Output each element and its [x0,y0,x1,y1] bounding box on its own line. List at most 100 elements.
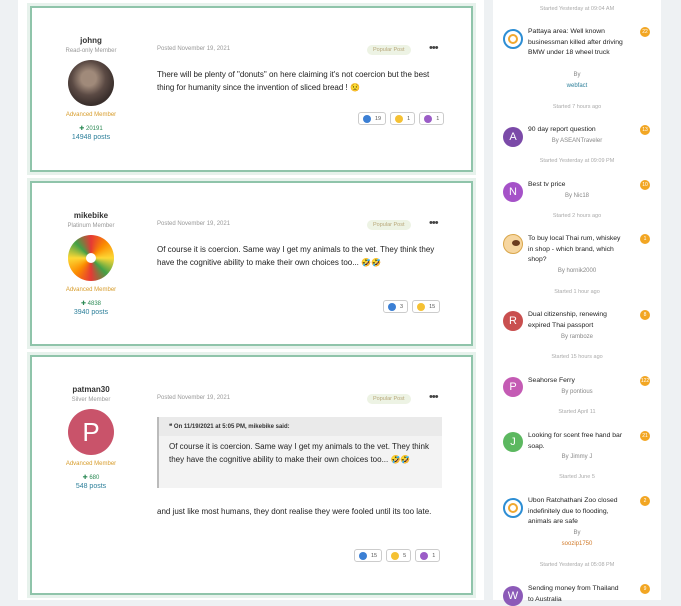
reply-count: 2 [640,496,650,506]
reaction-count: 1 [436,115,440,122]
more-options-icon[interactable]: ••• [429,391,439,403]
avatar[interactable]: P [68,409,114,455]
avatar[interactable]: A [503,127,523,147]
topic-title[interactable]: Seahorse Ferry [528,376,626,387]
reaction-count: 5 [403,552,407,559]
quote-body: Of course it is coercion. Same way I get… [169,442,429,464]
post-count[interactable]: 3940 posts [32,309,150,316]
topic-author: By [573,72,581,78]
reaction-like[interactable]: 3 [383,300,409,313]
author-name[interactable]: johng [32,36,150,45]
plus-icon: ✚ [82,475,88,481]
reputation-count: 680 [89,475,100,481]
post-date[interactable]: Posted November 19, 2021 [157,221,230,227]
topic-author: By ramboze [560,334,593,340]
author-panel: patman30 Silver Member P Advanced Member… [32,357,150,490]
topic-started: Started Yesterday at 09:09 PM [539,158,615,164]
topic-title[interactable]: Sending money from Thailand to Australia [528,584,626,605]
reply-count: 122 [640,376,650,386]
post-count[interactable]: 14948 posts [32,134,150,141]
topic-author-link[interactable]: soozip1750 [528,541,626,547]
author-rank: Advanced Member [65,461,117,467]
author-rank: Advanced Member [65,287,117,293]
reactions-bar: 3 15 [379,300,441,313]
reputation-count: 20191 [86,126,103,132]
more-options-icon[interactable]: ••• [429,42,439,54]
reputation-count: 4838 [87,301,102,307]
avatar[interactable]: R [503,311,523,331]
plus-icon: ✚ [80,301,86,307]
reputation-badge: ✚ 680 [32,474,150,481]
reactions-bar: 15 5 1 [350,549,441,562]
avatar[interactable]: P [503,377,523,397]
author-panel: mikebike Platinum Member Advanced Member… [32,183,150,316]
sad-icon [420,551,429,560]
avatar[interactable] [68,235,114,281]
post-date[interactable]: Posted November 19, 2021 [157,395,230,401]
author-role: Read-only Member [65,48,117,54]
author-role: Silver Member [71,397,111,403]
post-patman30: patman30 Silver Member P Advanced Member… [30,355,473,595]
topic-title[interactable]: Best tv price [528,180,626,191]
reaction-count: 1 [432,552,436,559]
topic-author: By pontious [561,389,593,395]
author-name[interactable]: patman30 [32,385,150,394]
author-panel: johng Read-only Member Advanced Member ✚… [32,8,150,141]
avatar[interactable]: J [503,432,523,452]
post-content: There will be plenty of "donuts" on here… [157,70,430,92]
author-rank: Advanced Member [65,112,117,118]
haha-icon [391,551,400,560]
quote-header-text[interactable]: On 11/19/2021 at 5:05 PM, mikebike said: [174,424,290,430]
topic-author: By ASEANTraveler [551,138,603,144]
reactions-bar: 19 1 1 [354,112,445,125]
reply-count: 13 [640,125,650,135]
topic-title[interactable]: Ubon Ratchathani Zoo closed indefinitely… [528,496,626,528]
reaction-haha[interactable]: 15 [412,300,441,313]
reputation-badge: ✚ 20191 [32,125,150,132]
reply-count: 8 [640,310,650,320]
author-name[interactable]: mikebike [32,211,150,220]
topic-title[interactable]: Looking for scent free hand bar soap. [528,431,626,452]
topic-title[interactable]: Dual citizenship, renewing expired Thai … [528,310,626,331]
post-date[interactable]: Posted November 19, 2021 [157,46,230,52]
reaction-like[interactable]: 15 [354,549,383,562]
topic-started: Started Yesterday at 09:04 AM [539,6,615,12]
more-options-icon[interactable]: ••• [429,217,439,229]
topic-started: Started 2 hours ago [552,213,602,219]
topic-started: Started June 5 [559,474,595,480]
cartoon-avatar-icon[interactable] [503,234,523,254]
reaction-sad[interactable]: 1 [415,549,441,562]
topic-author-link[interactable]: webfact [528,83,626,89]
like-icon [363,114,371,123]
reply-count: 1 [640,234,650,244]
popular-post-badge: Popular Post [367,220,411,230]
avatar[interactable]: W [503,586,523,606]
haha-icon [395,114,404,123]
topic-started: Started 15 hours ago [551,354,603,360]
reaction-haha[interactable]: 5 [386,549,412,562]
webfact-logo-icon[interactable] [503,498,523,518]
quote-header: ❝ On 11/19/2021 at 5:05 PM, mikebike sai… [159,417,442,436]
reaction-like[interactable]: 19 [358,112,387,125]
like-icon [388,302,396,311]
plus-icon: ✚ [79,126,85,132]
reply-count: 22 [640,27,650,37]
webfact-logo-icon[interactable] [503,29,523,49]
avatar[interactable] [68,60,114,106]
topic-title[interactable]: Pattaya area: Well known businessman kil… [528,27,626,59]
topic-author: By [573,530,581,536]
avatar[interactable]: N [503,182,523,202]
topic-author: By Nic18 [564,193,589,199]
post-count[interactable]: 548 posts [32,483,150,490]
reaction-haha[interactable]: 1 [390,112,416,125]
popular-post-badge: Popular Post [367,394,411,404]
reply-count: 21 [640,431,650,441]
topic-title[interactable]: 90 day report question [528,125,626,136]
reaction-sad[interactable]: 1 [419,112,445,125]
topic-author: By hornik2000 [557,268,597,274]
post-mikebike: mikebike Platinum Member Advanced Member… [30,181,473,346]
topic-started: Started 7 hours ago [552,104,602,110]
reputation-badge: ✚ 4838 [32,300,150,307]
topic-title[interactable]: To buy local Thai rum, whiskey in shop -… [528,234,626,266]
topic-started: Started Yesterday at 05:08 PM [539,562,615,568]
